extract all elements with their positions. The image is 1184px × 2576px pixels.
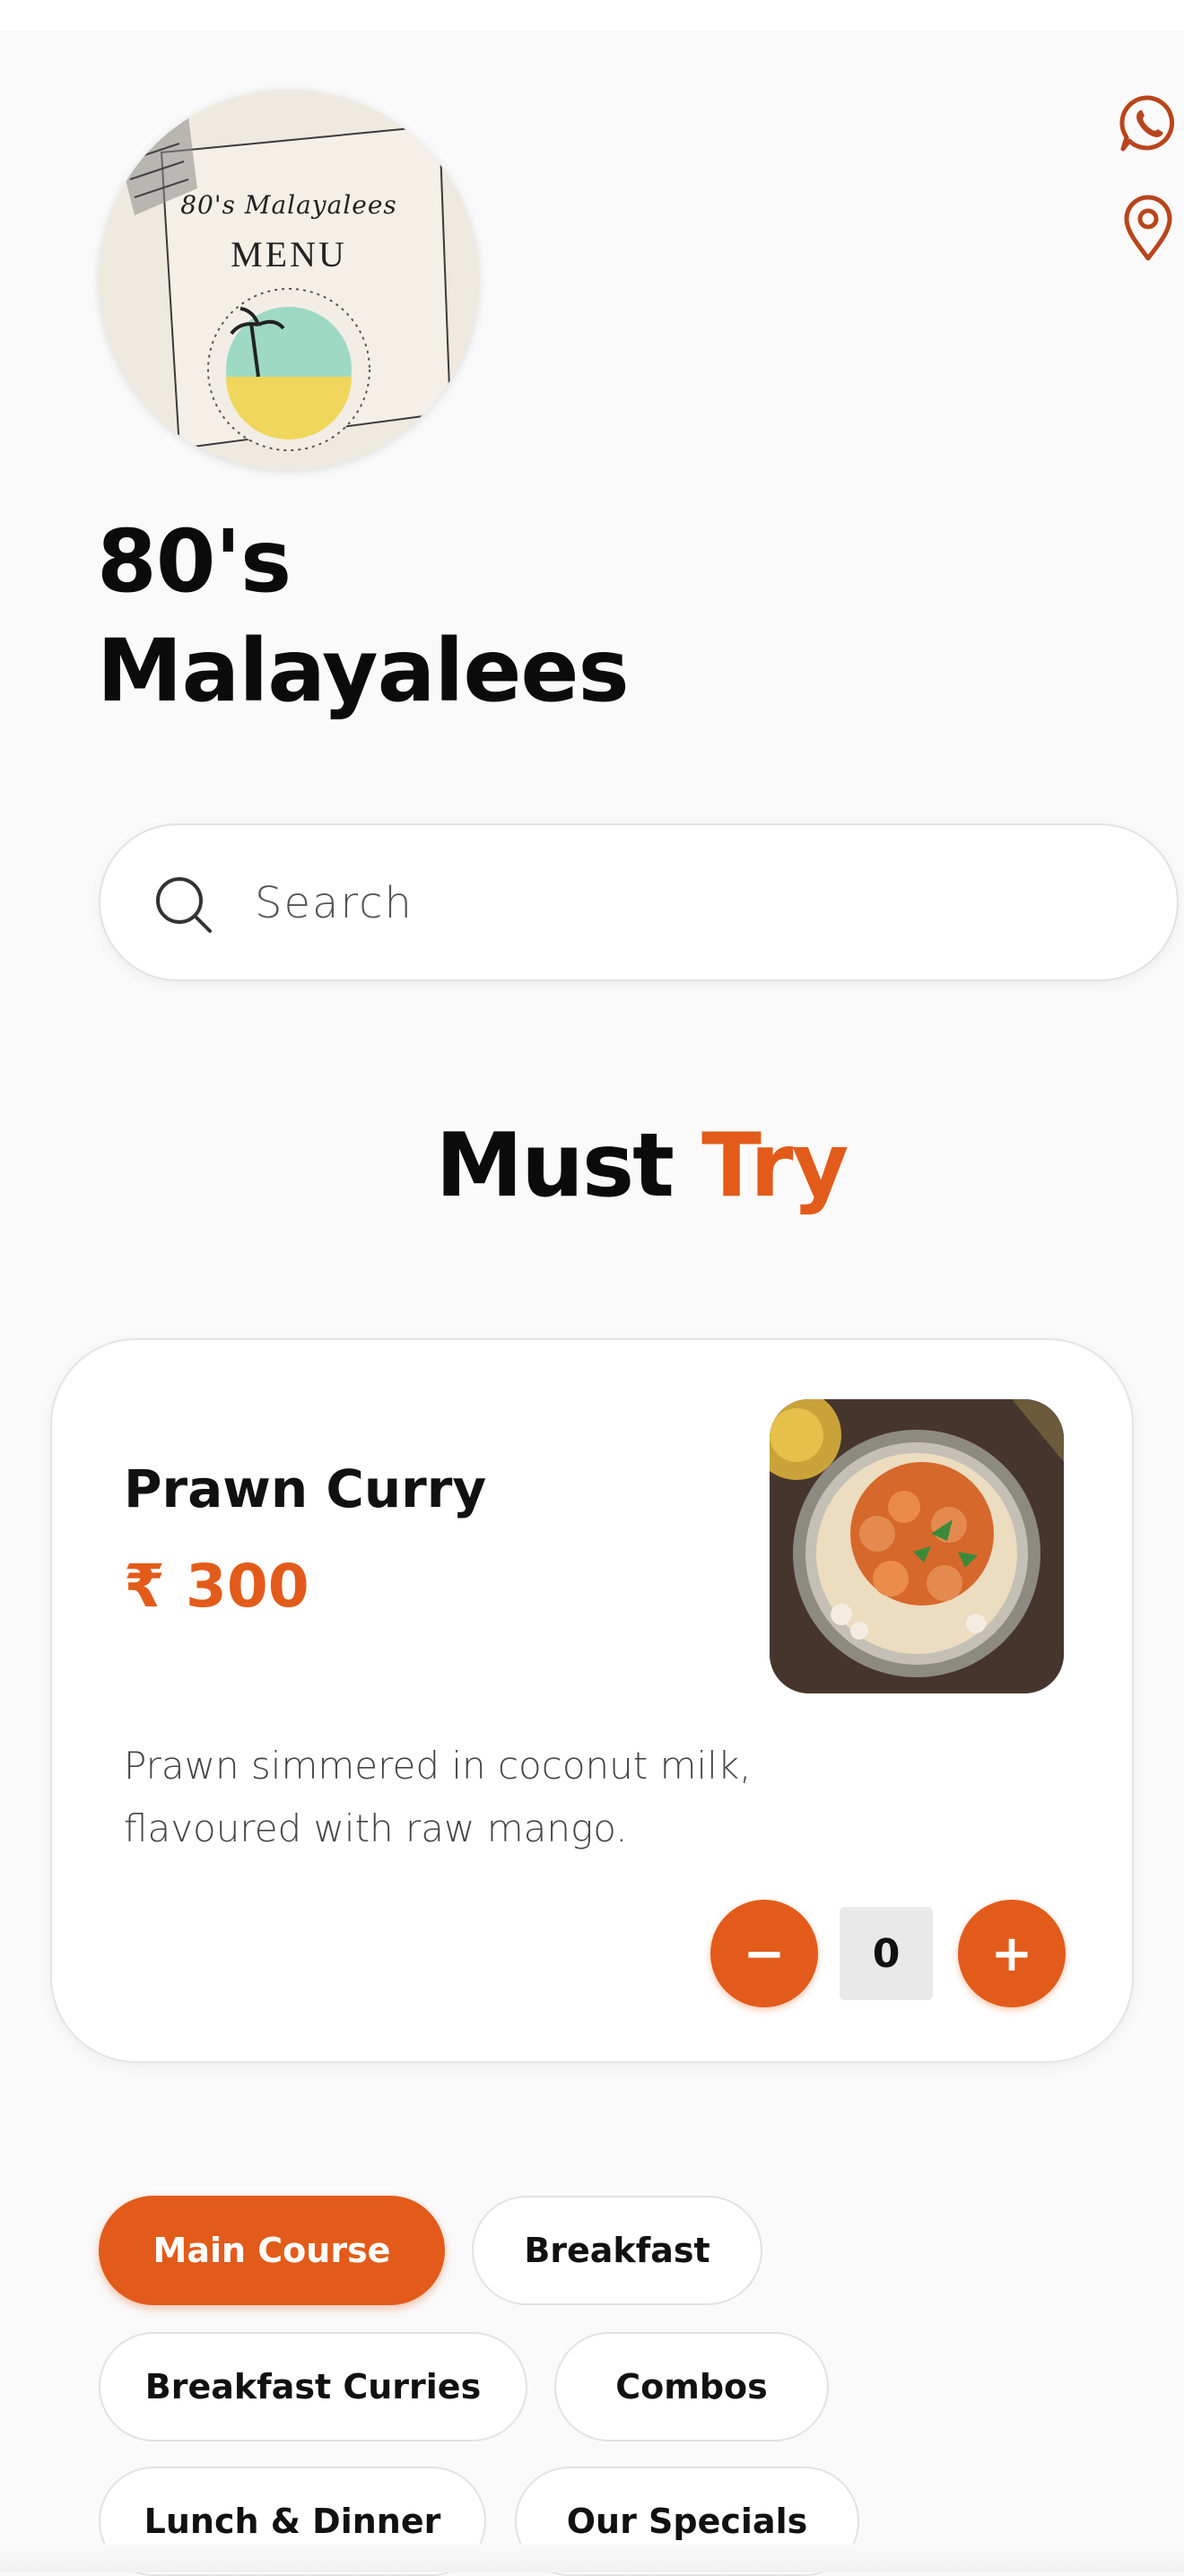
restaurant-name: 80's Malayalees [97,511,630,721]
search-input[interactable] [253,861,1064,945]
category-chip-breakfast-curries[interactable]: Breakfast Curries [99,2332,527,2441]
bottom-edge [0,2544,1184,2572]
category-chip-combos[interactable]: Combos [554,2332,829,2441]
status-bar-area [0,0,1184,30]
decrease-quantity-button[interactable]: − [710,1900,818,2007]
dish-image [770,1399,1064,1693]
must-try-title: Must Try [0,1112,1184,1220]
category-chip-main-course[interactable]: Main Course [99,2196,445,2305]
featured-item-card[interactable]: Prawn Curry ₹ 300 Prawn simmered in coco… [50,1338,1134,2063]
dish-description: Prawn simmered in coconut milk, flavoure… [124,1744,752,1850]
logo-script-text: 80's Malayalees [180,190,397,220]
category-chip-breakfast[interactable]: Breakfast [472,2196,762,2305]
search-icon [156,877,212,933]
logo-menu-text: MENU [231,234,347,274]
location-pin-icon[interactable] [1112,192,1184,264]
dish-name: Prawn Curry [124,1458,487,1519]
increase-quantity-button[interactable]: + [958,1900,1066,2007]
must-try-title-accent: Try [701,1115,849,1217]
search-bar[interactable] [99,823,1179,981]
dish-price: ₹ 300 [124,1552,309,1621]
quantity-value: 0 [840,1907,933,2000]
restaurant-logo: 80's Malayalees MENU [99,90,479,470]
must-try-title-plain: Must [435,1115,675,1217]
whatsapp-icon[interactable] [1112,88,1184,160]
